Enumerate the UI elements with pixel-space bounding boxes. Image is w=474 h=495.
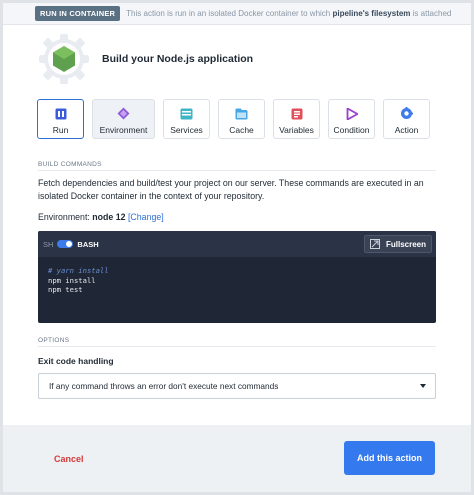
action-title: Build your Node.js application [102,53,254,65]
tab-run[interactable]: Run [37,99,84,139]
condition-icon [345,107,359,120]
fullscreen-icon [369,239,380,249]
bash-label: BASH [77,239,99,249]
commands-editor[interactable]: SH BASH Fullscreen # yarn install npm in… [38,231,436,323]
commands-code[interactable]: # yarn install npm install npm test [38,257,436,295]
editor-toolbar: SH BASH Fullscreen [38,231,436,257]
options-section-label: OPTIONS [38,337,70,344]
build-commands-section-label: BUILD COMMANDS [38,161,102,168]
banner-message: This action is run in an isolated Docker… [126,9,452,18]
footer-bar: Cancel Add this action [3,425,471,492]
tab-variables[interactable]: Variables [273,99,320,139]
change-environment-link[interactable]: [Change] [128,212,164,222]
tab-cache[interactable]: Cache [218,99,265,139]
exit-code-label: Exit code handling [38,356,114,366]
build-description: Fetch dependencies and build/test your p… [38,178,424,201]
build-commands-divider [38,170,436,171]
run-in-container-badge: RUN IN CONTAINER [35,6,121,21]
run-in-container-banner: RUN IN CONTAINER This action is run in a… [3,3,471,25]
tab-services[interactable]: Services [163,99,210,139]
sh-label: SH [43,239,54,249]
exit-code-selected-value: If any command throws an error don't exe… [49,381,279,391]
services-icon [180,107,194,120]
nodejs-gear-icon [38,33,90,85]
environment-icon [117,107,131,120]
options-divider [38,346,436,347]
cache-icon [235,107,249,120]
run-icon [54,107,68,120]
tab-environment[interactable]: Environment [92,99,155,139]
action-header: Build your Node.js application [38,33,253,85]
add-action-page: RUN IN CONTAINER This action is run in a… [3,3,471,492]
chevron-down-icon [420,384,426,388]
code-line: # yarn install [48,266,109,275]
fullscreen-button[interactable]: Fullscreen [363,235,432,253]
tab-action[interactable]: Action [383,99,430,139]
variables-icon [290,107,304,120]
environment-value: node 12 [92,212,126,222]
action-tabs: Run Environment Services Cache Variables [37,99,438,139]
code-line: npm test [48,285,83,294]
tab-condition[interactable]: Condition [328,99,375,139]
code-line: npm install [48,275,96,285]
exit-code-select[interactable]: If any command throws an error don't exe… [38,373,436,399]
add-action-button[interactable]: Add this action [344,441,435,475]
shell-toggle[interactable] [57,240,74,248]
environment-line: Environment: node 12 [Change] [38,212,164,222]
cancel-button[interactable]: Cancel [54,454,84,464]
action-icon [400,107,414,120]
